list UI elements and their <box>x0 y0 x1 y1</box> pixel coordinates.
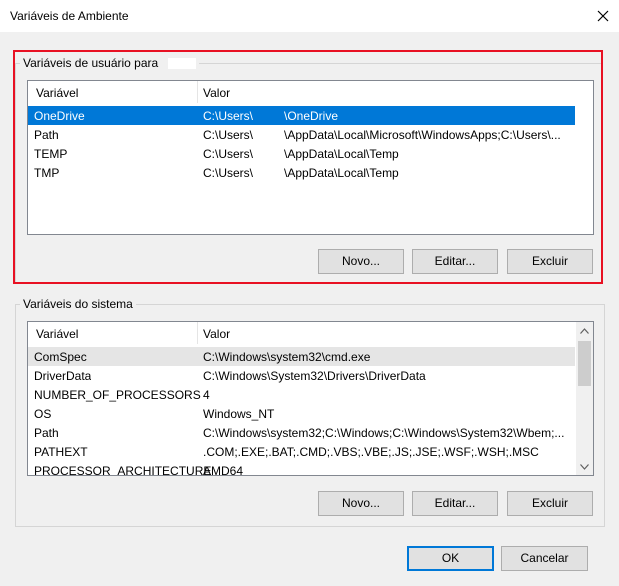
var-name: Path <box>34 128 59 142</box>
column-variable[interactable]: Variável <box>36 86 78 100</box>
list-item[interactable]: NUMBER_OF_PROCESSORS 4 <box>28 385 575 404</box>
var-name: OS <box>34 407 52 421</box>
system-vars-label: Variáveis do sistema <box>20 297 136 311</box>
column-value[interactable]: Valor <box>203 86 230 100</box>
window-title: Variáveis de Ambiente <box>10 9 129 23</box>
system-edit-button[interactable]: Editar... <box>412 491 498 516</box>
var-value: .COM;.EXE;.BAT;.CMD;.VBS;.VBE;.JS;.JSE;.… <box>203 445 539 459</box>
user-vars-label-text: Variáveis de usuário para <box>23 56 159 70</box>
list-item[interactable]: TEMP C:\Users\ \AppData\Local\Temp <box>28 144 593 163</box>
user-vars-list[interactable]: Variável Valor OneDrive C:\Users\ \OneDr… <box>27 80 594 235</box>
list-header: Variável Valor <box>28 322 575 344</box>
list-item[interactable]: Path C:\Windows\system32;C:\Windows;C:\W… <box>28 423 575 442</box>
column-separator[interactable] <box>197 81 198 103</box>
var-value: AMD64 <box>203 464 244 476</box>
var-name: PATHEXT <box>34 445 88 459</box>
user-delete-button[interactable]: Excluir <box>507 249 593 274</box>
var-name: TMP <box>34 166 60 180</box>
var-value-suffix: \AppData\Local\Temp <box>284 166 399 180</box>
var-value-suffix: \OneDrive <box>284 109 339 123</box>
list-item[interactable]: ComSpec C:\Windows\system32\cmd.exe <box>28 347 575 366</box>
var-value-suffix: \AppData\Local\Microsoft\WindowsApps;C:\… <box>284 128 561 142</box>
var-value-prefix: C:\Users\ <box>203 109 254 123</box>
var-value: C:\Windows\system32\cmd.exe <box>203 350 371 364</box>
system-new-button[interactable]: Novo... <box>318 491 404 516</box>
ok-button[interactable]: OK <box>407 546 494 571</box>
list-item[interactable]: Path C:\Users\ \AppData\Local\Microsoft\… <box>28 125 593 144</box>
var-name: Path <box>34 426 59 440</box>
column-variable[interactable]: Variável <box>36 327 78 341</box>
var-name: DriverData <box>34 369 92 383</box>
var-value-prefix: C:\Users\ <box>203 147 254 161</box>
user-vars-label: Variáveis de usuário para <box>20 56 199 70</box>
cancel-button[interactable]: Cancelar <box>501 546 588 571</box>
user-new-button[interactable]: Novo... <box>318 249 404 274</box>
var-value: C:\Windows\System32\Drivers\DriverData <box>203 369 426 383</box>
chevron-down-icon[interactable] <box>576 458 593 475</box>
var-name: TEMP <box>34 147 68 161</box>
var-value: 4 <box>203 388 210 402</box>
chevron-up-icon[interactable] <box>576 322 593 339</box>
var-name: NUMBER_OF_PROCESSORS <box>34 388 201 402</box>
list-item[interactable]: TMP C:\Users\ \AppData\Local\Temp <box>28 163 593 182</box>
list-item[interactable]: DriverData C:\Windows\System32\Drivers\D… <box>28 366 575 385</box>
column-value[interactable]: Valor <box>203 327 230 341</box>
list-item[interactable]: OS Windows_NT <box>28 404 575 423</box>
system-delete-button[interactable]: Excluir <box>507 491 593 516</box>
vertical-scrollbar[interactable] <box>576 322 593 475</box>
scrollbar-thumb[interactable] <box>578 341 591 386</box>
username-redacted <box>167 58 196 70</box>
var-value-prefix: C:\Users\ <box>203 128 254 142</box>
close-icon[interactable] <box>594 7 612 25</box>
var-value: C:\Windows\system32;C:\Windows;C:\Window… <box>203 426 565 440</box>
column-separator[interactable] <box>197 322 198 344</box>
var-value-prefix: C:\Users\ <box>203 166 254 180</box>
var-name: PROCESSOR_ARCHITECTURE <box>34 464 212 476</box>
var-value-suffix: \AppData\Local\Temp <box>284 147 399 161</box>
var-name: OneDrive <box>34 109 85 123</box>
system-vars-list[interactable]: Variável Valor ComSpec C:\Windows\system… <box>27 321 594 476</box>
var-value: Windows_NT <box>203 407 275 421</box>
user-edit-button[interactable]: Editar... <box>412 249 498 274</box>
list-item[interactable]: PATHEXT .COM;.EXE;.BAT;.CMD;.VBS;.VBE;.J… <box>28 442 575 461</box>
var-name: ComSpec <box>34 350 87 364</box>
list-item[interactable]: PROCESSOR_ARCHITECTURE AMD64 <box>28 461 575 476</box>
list-item[interactable]: OneDrive C:\Users\ \OneDrive <box>28 106 575 125</box>
list-header: Variável Valor <box>28 81 593 103</box>
